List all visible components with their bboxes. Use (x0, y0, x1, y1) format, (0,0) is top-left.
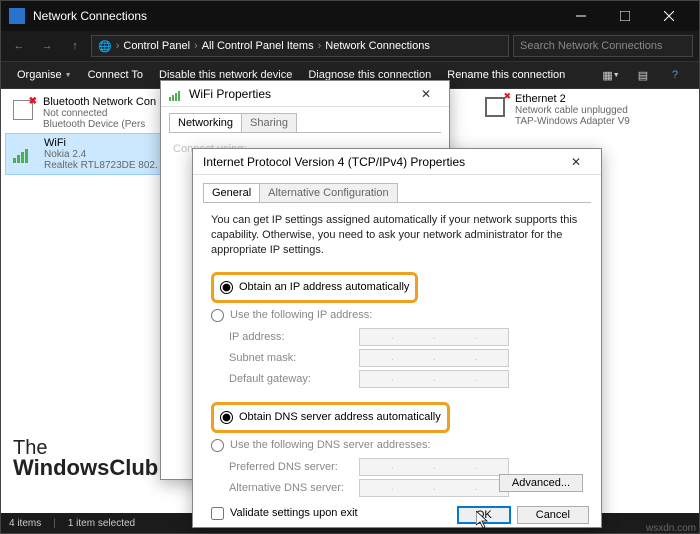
maximize-button[interactable] (603, 1, 647, 31)
highlight-auto-dns: Obtain DNS server address automatically (211, 402, 450, 433)
close-button[interactable]: ✕ (411, 87, 441, 101)
close-button[interactable]: ✕ (561, 155, 591, 169)
dialog-title: Internet Protocol Version 4 (TCP/IPv4) P… (203, 155, 465, 169)
tab-networking[interactable]: Networking (169, 113, 242, 132)
tab-alt-config[interactable]: Alternative Configuration (259, 183, 397, 202)
subnet-mask-label: Subnet mask: (229, 352, 359, 364)
minimize-button[interactable] (559, 1, 603, 31)
cursor-icon (476, 511, 490, 529)
search-input[interactable]: Search Network Connections (513, 35, 693, 57)
intro-text: You can get IP settings assigned automat… (211, 213, 583, 258)
view-options-button[interactable]: ▦▼ (597, 65, 625, 85)
connect-to-button[interactable]: Connect To (82, 67, 149, 83)
status-item-count: 4 items (9, 518, 41, 529)
validate-checkbox[interactable]: Validate settings upon exit (211, 507, 583, 520)
pref-dns-label: Preferred DNS server: (229, 461, 359, 473)
ip-address-input: ... (359, 328, 509, 346)
help-button[interactable]: ? (661, 65, 689, 85)
wifi-icon (169, 87, 183, 101)
alt-dns-input: ... (359, 479, 509, 497)
radio-auto-dns-input[interactable] (220, 411, 233, 424)
radio-manual-dns[interactable]: Use the following DNS server addresses: (211, 437, 583, 454)
forward-button[interactable]: → (35, 34, 59, 58)
back-button[interactable]: ← (7, 34, 31, 58)
close-button[interactable] (647, 1, 691, 31)
unplugged-x-icon: ✖ (503, 91, 511, 102)
radio-auto-ip[interactable]: Obtain an IP address automatically (220, 279, 409, 296)
radio-auto-dns[interactable]: Obtain DNS server address automatically (220, 409, 441, 426)
dialog-titlebar[interactable]: WiFi Properties ✕ (161, 81, 449, 107)
site-watermark: wsxdn.com (646, 523, 696, 534)
validate-checkbox-input[interactable] (211, 507, 224, 520)
radio-label: Obtain an IP address automatically (239, 281, 409, 293)
radio-label: Obtain DNS server address automatically (239, 411, 441, 423)
radio-manual-ip-input[interactable] (211, 309, 224, 322)
dialog-titlebar[interactable]: Internet Protocol Version 4 (TCP/IPv4) P… (193, 149, 601, 175)
connection-status: Network cable unplugged (515, 105, 630, 116)
wifi-icon (10, 137, 38, 165)
gateway-input: ... (359, 370, 509, 388)
disabled-x-icon: ✖ (29, 96, 37, 107)
nav-bar: ← → ↑ 🌐 › Control Panel › All Control Pa… (1, 31, 699, 61)
breadcrumb[interactable]: 🌐 › Control Panel › All Control Panel It… (91, 35, 509, 57)
titlebar[interactable]: Network Connections (1, 1, 699, 31)
connection-name: WiFi (44, 137, 158, 149)
tab-sharing[interactable]: Sharing (241, 113, 297, 132)
breadcrumb-item[interactable]: Network Connections (325, 40, 430, 52)
pref-dns-input: ... (359, 458, 509, 476)
chevron-right-icon: › (194, 40, 198, 52)
radio-label: Use the following DNS server addresses: (230, 439, 431, 451)
breadcrumb-item[interactable]: All Control Panel Items (202, 40, 314, 52)
window-title: Network Connections (33, 9, 559, 23)
preview-pane-button[interactable]: ▤ (629, 65, 657, 85)
breadcrumb-item[interactable]: Control Panel (123, 40, 190, 52)
rename-button[interactable]: Rename this connection (441, 67, 571, 83)
connection-status: Nokia 2.4 (44, 149, 158, 160)
bluetooth-icon: ✖ (9, 96, 37, 124)
connection-status: Not connected (43, 108, 156, 119)
tab-strip: General Alternative Configuration (193, 175, 601, 202)
organise-menu[interactable]: Organise▼ (11, 67, 78, 83)
search-placeholder: Search Network Connections (520, 40, 662, 52)
radio-manual-dns-input[interactable] (211, 439, 224, 452)
ipv4-properties-dialog: Internet Protocol Version 4 (TCP/IPv4) P… (192, 148, 602, 528)
ethernet-icon: ✖ (481, 93, 509, 121)
radio-label: Use the following IP address: (230, 309, 372, 321)
chevron-right-icon: › (116, 40, 120, 52)
status-selected-count: 1 item selected (68, 518, 135, 529)
alt-dns-label: Alternative DNS server: (229, 482, 359, 494)
ok-button[interactable]: OK (457, 506, 511, 524)
checkbox-label: Validate settings upon exit (230, 507, 358, 519)
connection-name: Ethernet 2 (515, 93, 630, 105)
connection-device: Realtek RTL8723DE 802. (44, 160, 158, 171)
connection-name: Bluetooth Network Con (43, 96, 156, 108)
connection-device: Bluetooth Device (Pers (43, 119, 156, 130)
subnet-mask-input: ... (359, 349, 509, 367)
highlight-auto-ip: Obtain an IP address automatically (211, 272, 418, 303)
tab-body: You can get IP settings assigned automat… (203, 202, 591, 500)
window-icon (9, 8, 25, 24)
chevron-down-icon: ▼ (65, 72, 72, 79)
advanced-button[interactable]: Advanced... (499, 474, 583, 492)
up-button[interactable]: ↑ (63, 34, 87, 58)
chevron-right-icon: › (318, 40, 322, 52)
dialog-title: WiFi Properties (189, 87, 271, 101)
tab-general[interactable]: General (203, 183, 260, 202)
watermark-logo: The WindowsClub (13, 439, 158, 479)
breadcrumb-icon: 🌐 (98, 40, 112, 53)
tab-strip: Networking Sharing (161, 107, 449, 132)
connection-device: TAP-Windows Adapter V9 (515, 116, 630, 127)
radio-manual-ip[interactable]: Use the following IP address: (211, 307, 583, 324)
connection-ethernet[interactable]: ✖ Ethernet 2 Network cable unplugged TAP… (481, 93, 681, 127)
gateway-label: Default gateway: (229, 373, 359, 385)
radio-auto-ip-input[interactable] (220, 281, 233, 294)
ip-address-label: IP address: (229, 331, 359, 343)
